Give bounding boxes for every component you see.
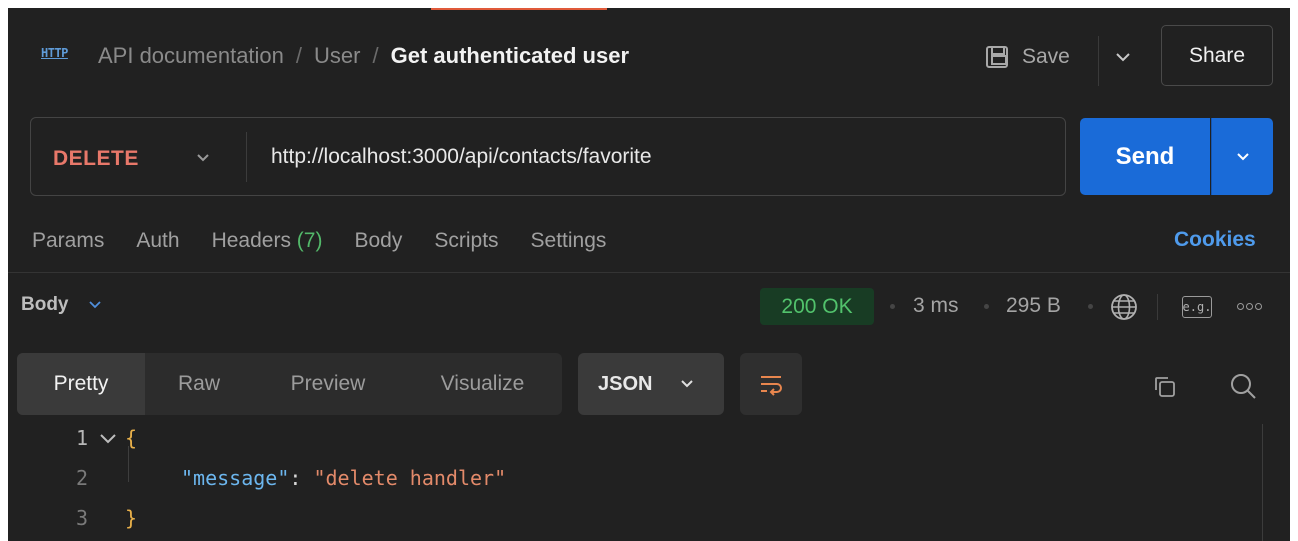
tab-headers-label: Headers xyxy=(211,229,291,252)
separator-dot xyxy=(890,304,895,309)
tab-params[interactable]: Params xyxy=(32,229,104,253)
indent-guide xyxy=(128,446,129,482)
search-icon[interactable] xyxy=(1227,370,1259,402)
breadcrumb-separator: / xyxy=(295,43,303,68)
line-number: 2 xyxy=(75,466,88,490)
dot xyxy=(1255,303,1262,310)
response-size[interactable]: 295 B xyxy=(1006,294,1061,318)
format-select[interactable]: JSON xyxy=(578,353,724,415)
tab-pretty[interactable]: Pretty xyxy=(17,353,145,415)
json-key-text: "message" xyxy=(181,466,290,490)
json-close-brace: } xyxy=(125,506,138,530)
divider xyxy=(1157,294,1158,320)
line-number: 3 xyxy=(75,506,88,530)
json-value: "delete handler" xyxy=(313,466,507,490)
postman-window: HTTP API documentation / User / Get auth… xyxy=(8,8,1290,541)
send-options-button[interactable] xyxy=(1211,118,1273,195)
code-line: 2 "message": "delete handler" xyxy=(8,466,1258,500)
response-view-tabs: Pretty Raw Preview Visualize xyxy=(17,353,562,415)
request-tabs: Params Auth Headers (7) Body Scripts Set… xyxy=(32,226,638,256)
divider xyxy=(246,132,247,182)
tab-body[interactable]: Body xyxy=(354,229,402,253)
separator-dot xyxy=(984,304,989,309)
copy-icon[interactable] xyxy=(1150,372,1180,402)
send-button[interactable]: Send xyxy=(1080,118,1210,195)
response-time[interactable]: 3 ms xyxy=(913,294,959,318)
chevron-down-icon[interactable] xyxy=(193,148,213,168)
url-input[interactable]: http://localhost:3000/api/contacts/favor… xyxy=(271,145,652,169)
json-key: "message": "delete handler" xyxy=(181,466,506,490)
breadcrumb-separator: / xyxy=(372,43,379,68)
more-options-icon[interactable] xyxy=(1237,303,1262,310)
tab-settings[interactable]: Settings xyxy=(531,229,607,253)
tab-scripts[interactable]: Scripts xyxy=(434,229,498,253)
breadcrumb: API documentation / User / Get authentic… xyxy=(98,42,629,70)
status-badge[interactable]: 200 OK xyxy=(760,288,874,325)
dot xyxy=(1246,303,1253,310)
chevron-down-icon xyxy=(681,380,694,388)
dot xyxy=(1237,303,1244,310)
code-line: 1 { xyxy=(8,426,1258,460)
method-select[interactable]: DELETE xyxy=(53,147,139,171)
json-open-brace: { xyxy=(125,426,138,450)
request-header: HTTP API documentation / User / Get auth… xyxy=(8,8,1290,106)
tab-visualize[interactable]: Visualize xyxy=(403,353,562,415)
scrollbar[interactable] xyxy=(1262,424,1263,541)
save-icon xyxy=(986,46,1008,68)
wrap-lines-button[interactable] xyxy=(740,353,802,415)
request-name[interactable]: Get authenticated user xyxy=(391,43,629,69)
response-body-dropdown[interactable]: Body xyxy=(21,294,103,316)
chevron-down-icon xyxy=(88,301,101,309)
wrap-lines-icon xyxy=(761,376,782,396)
breadcrumb-folder[interactable]: User xyxy=(314,43,360,69)
save-button[interactable]: Save xyxy=(986,41,1070,73)
tab-headers[interactable]: Headers (7) xyxy=(212,229,323,253)
tab-auth[interactable]: Auth xyxy=(136,229,179,253)
divider xyxy=(1098,36,1099,86)
chevron-down-icon xyxy=(1236,152,1249,160)
breadcrumb-collection[interactable]: API documentation xyxy=(98,43,284,69)
code-line: 3 } xyxy=(8,506,1258,540)
headers-count: (7) xyxy=(296,229,323,252)
line-number: 1 xyxy=(75,426,88,450)
json-colon: : xyxy=(289,466,314,490)
save-options-chevron-down-icon[interactable] xyxy=(1112,46,1134,68)
save-label: Save xyxy=(1022,45,1070,68)
http-icon: HTTP xyxy=(41,46,68,60)
fold-chevron-down-icon[interactable] xyxy=(98,428,118,448)
tab-raw[interactable]: Raw xyxy=(145,353,253,415)
tab-preview[interactable]: Preview xyxy=(253,353,403,415)
response-body-label: Body xyxy=(21,294,69,315)
section-divider xyxy=(8,272,1290,273)
separator-dot xyxy=(1088,304,1093,309)
cookies-link[interactable]: Cookies xyxy=(1174,228,1256,252)
save-example-icon[interactable]: e.g. xyxy=(1182,296,1212,318)
format-label: JSON xyxy=(598,372,653,395)
url-bar: DELETE http://localhost:3000/api/contact… xyxy=(30,117,1066,196)
share-button[interactable]: Share xyxy=(1161,25,1273,86)
globe-icon[interactable] xyxy=(1108,291,1140,323)
